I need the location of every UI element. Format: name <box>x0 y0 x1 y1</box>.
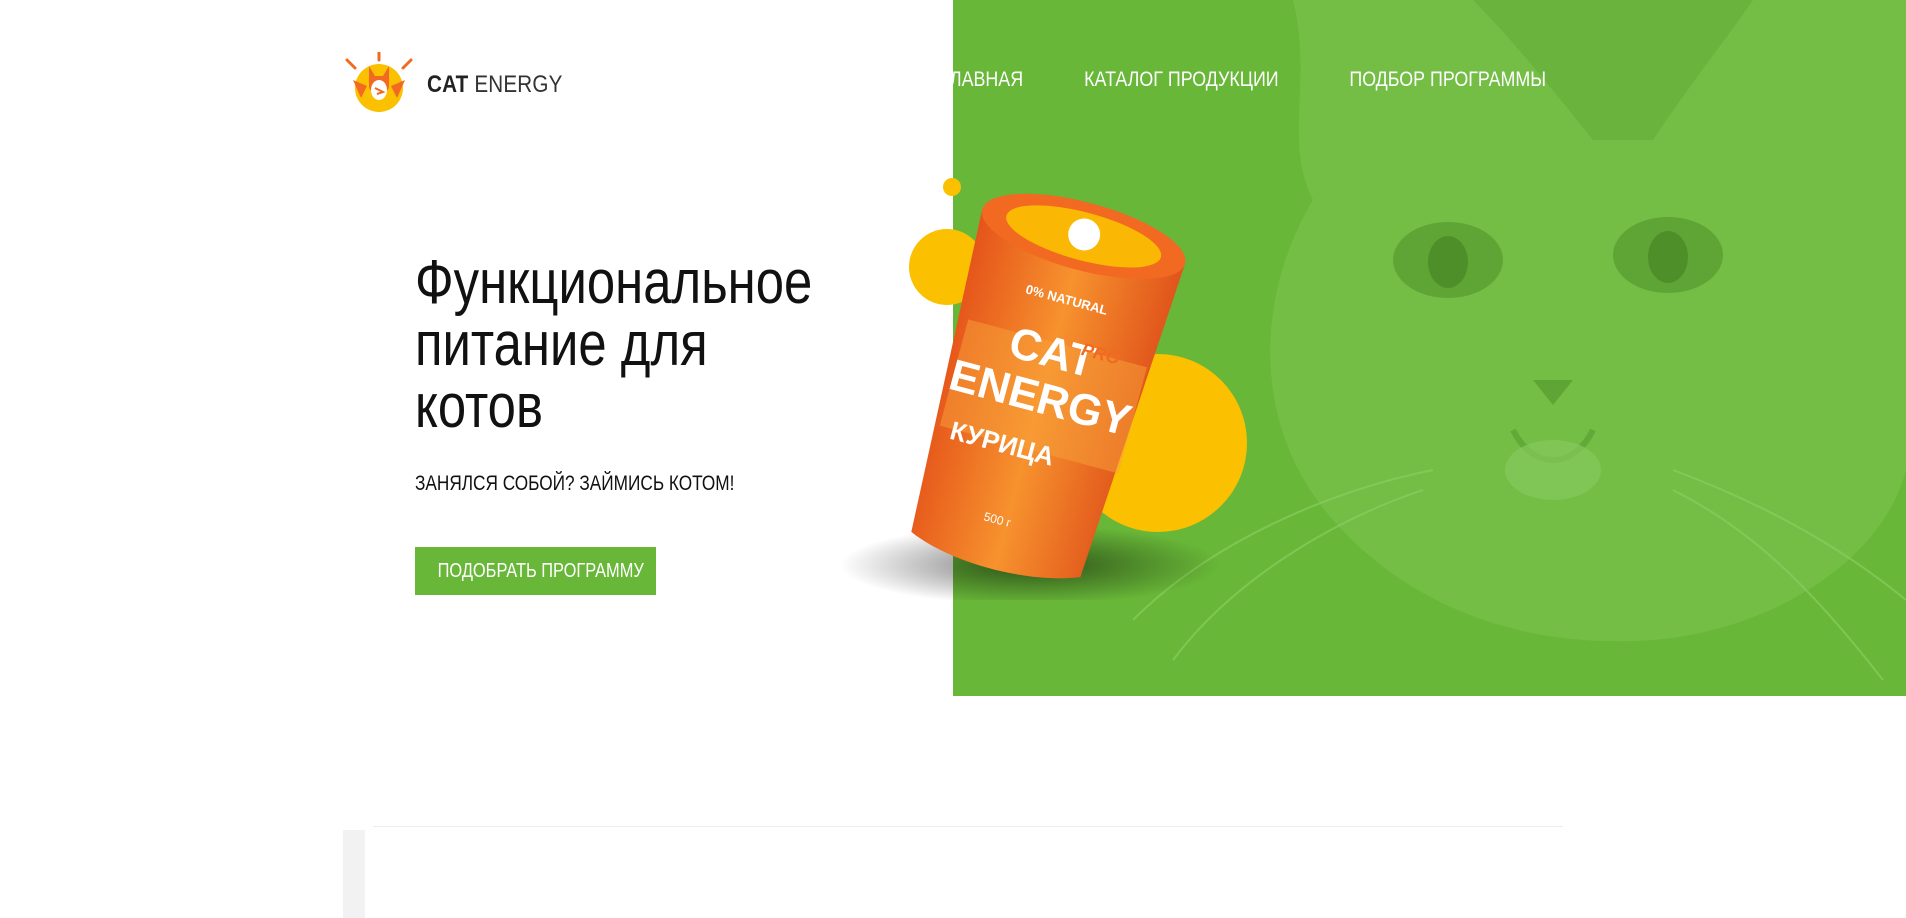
logo-word-bold: CAT <box>427 71 469 98</box>
section-divider <box>373 826 1563 827</box>
next-section <box>343 826 1563 918</box>
page-title: Функциональное питание для котов <box>415 248 813 441</box>
product-can-image: CAT ENERGY PRO КУРИЦА 0% NATURAL 500 г <box>840 178 1247 600</box>
pick-program-button[interactable]: Подобрать программу <box>415 547 656 595</box>
logo-word-light: ENERGY <box>474 71 563 98</box>
section-decoration <box>343 830 365 918</box>
site-header: CAT ENERGY Главная Каталог продукции Под… <box>343 52 1563 122</box>
pick-program-button-label: Подобрать программу <box>437 559 644 582</box>
logo-wordmark: CAT ENERGY <box>427 71 563 99</box>
main-nav: Главная Каталог продукции Подбор програм… <box>934 68 1563 92</box>
nav-item-catalog[interactable]: Каталог продукции <box>1084 68 1278 92</box>
nav-item-home[interactable]: Главная <box>942 68 1024 92</box>
cat-hero-logo-icon <box>345 52 413 112</box>
hero-subtitle: Занялся собой? Займись котом! <box>415 472 735 495</box>
nav-item-program[interactable]: Подбор программы <box>1349 68 1546 92</box>
logo-link[interactable]: CAT ENERGY <box>343 52 585 118</box>
